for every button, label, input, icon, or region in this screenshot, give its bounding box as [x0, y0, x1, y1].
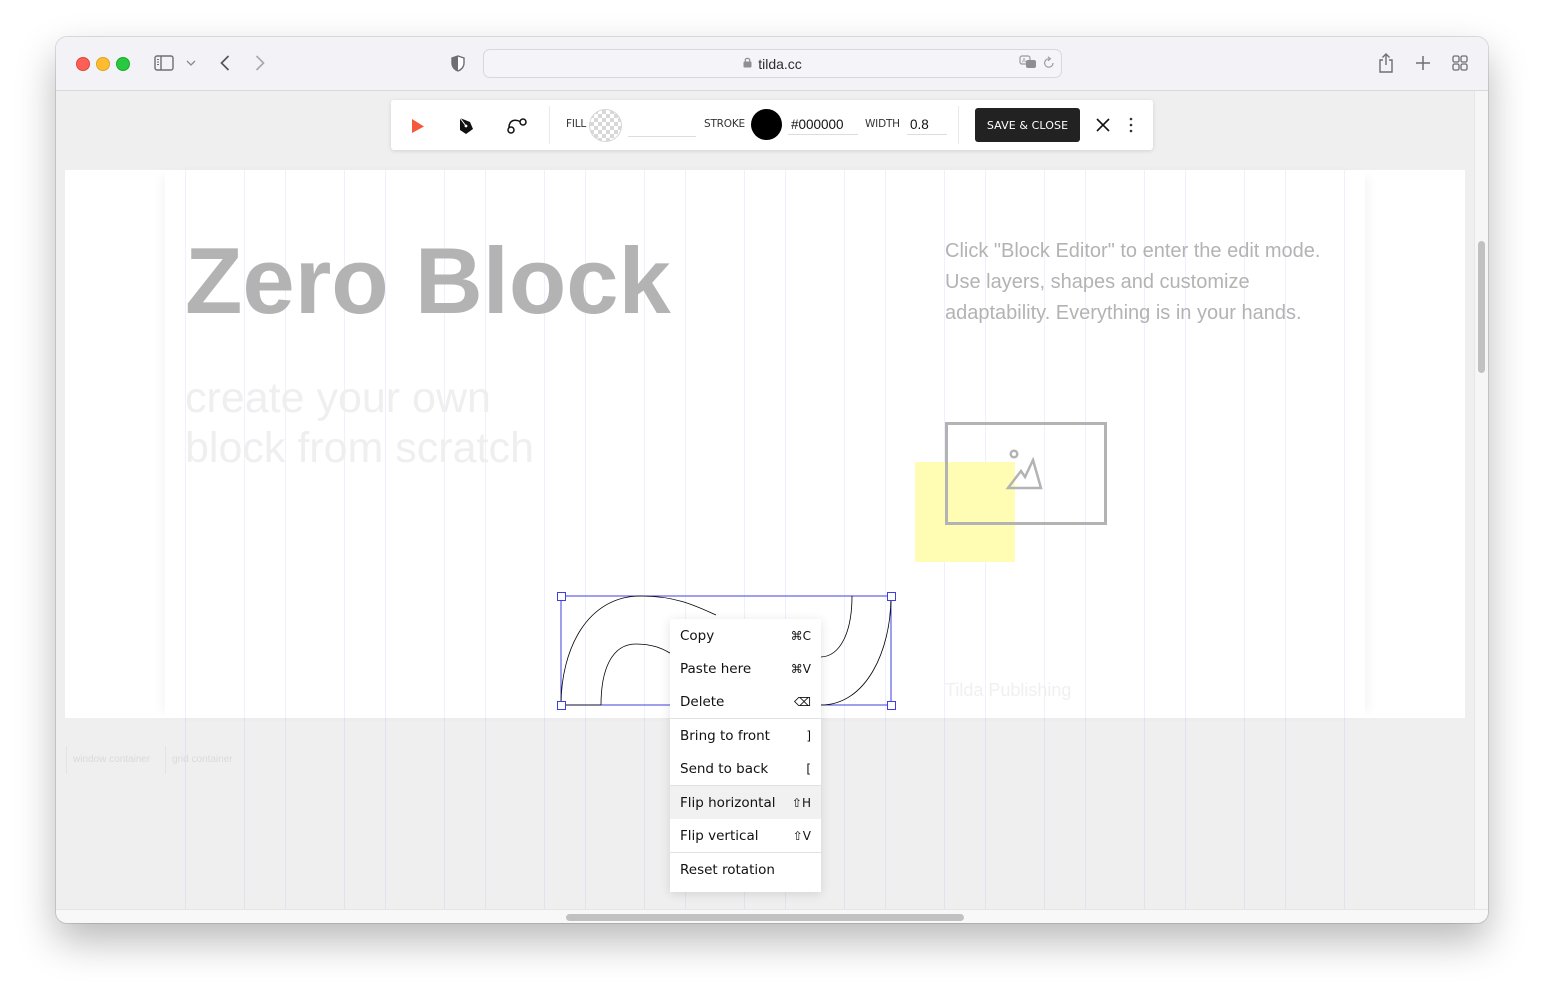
- brand-text[interactable]: Tilda Publishing: [945, 680, 1071, 701]
- context-menu: Copy ⌘C Paste here ⌘V Delete ⌫ Bring to …: [670, 619, 821, 892]
- close-icon: [1096, 118, 1110, 132]
- menu-item-reset-rotation[interactable]: Reset rotation: [670, 853, 821, 886]
- menu-item-shortcut: ⇧H: [791, 795, 811, 810]
- lock-icon: [743, 55, 752, 73]
- reload-icon[interactable]: [1043, 55, 1055, 74]
- stroke-color-input[interactable]: [788, 114, 858, 135]
- stroke-label: STROKE: [704, 118, 745, 130]
- menu-item-label: Flip horizontal: [680, 794, 776, 811]
- back-icon[interactable]: [217, 51, 233, 75]
- privacy-shield-icon[interactable]: [450, 51, 466, 75]
- menu-item-flip-horizontal[interactable]: Flip horizontal ⇧H: [670, 786, 821, 819]
- menu-item-send-to-back[interactable]: Send to back [: [670, 752, 821, 785]
- grid-container-label[interactable]: grid container: [165, 746, 233, 774]
- backspace-icon: ⌫: [794, 694, 811, 709]
- resize-handle-top-right[interactable]: [887, 592, 896, 601]
- address-bar[interactable]: tilda.cc A: [483, 49, 1062, 78]
- save-close-button[interactable]: SAVE & CLOSE: [975, 108, 1080, 142]
- horizontal-scrollbar[interactable]: [56, 909, 1488, 923]
- subheading[interactable]: create your own block from scratch: [185, 373, 534, 473]
- menu-item-label: Bring to front: [680, 727, 770, 744]
- editor-page: Zero Block create your own block from sc…: [56, 91, 1474, 909]
- arrow-icon: [412, 119, 424, 133]
- menu-item-shortcut: ⇧V: [792, 828, 811, 843]
- browser-window: tilda.cc A Zero Block create your own bl…: [56, 37, 1488, 923]
- menu-item-label: Delete: [680, 693, 725, 710]
- resize-handle-bottom-right[interactable]: [887, 701, 896, 710]
- zoom-window-button[interactable]: [116, 57, 130, 71]
- url-text: tilda.cc: [758, 55, 802, 72]
- menu-item-shortcut: ⌘C: [790, 628, 811, 643]
- menu-item-label: Copy: [680, 627, 715, 644]
- fill-label: FILL: [566, 118, 587, 130]
- vertical-scrollbar-thumb[interactable]: [1478, 241, 1485, 373]
- heading-zero-block[interactable]: Zero Block: [185, 227, 671, 335]
- vertical-scrollbar[interactable]: [1474, 91, 1488, 909]
- image-placeholder[interactable]: [945, 422, 1107, 525]
- select-arrow-tool[interactable]: [404, 113, 430, 139]
- image-icon: [1005, 449, 1043, 490]
- menu-item-shortcut: ⌘V: [790, 661, 811, 676]
- fill-color-swatch[interactable]: [589, 109, 622, 142]
- window-container-label[interactable]: window container: [66, 746, 150, 774]
- menu-item-label: Flip vertical: [680, 827, 759, 844]
- menu-item-shortcut: ]: [806, 728, 811, 743]
- new-tab-icon[interactable]: [1413, 51, 1433, 75]
- menu-item-bring-to-front[interactable]: Bring to front ]: [670, 719, 821, 752]
- sidebar-icon[interactable]: [153, 51, 175, 75]
- forward-icon[interactable]: [252, 51, 268, 75]
- tab-overview-icon[interactable]: [1450, 51, 1470, 75]
- pen-icon: [459, 117, 473, 134]
- menu-item-label: Paste here: [680, 660, 752, 677]
- fill-color-input[interactable]: [628, 114, 696, 137]
- chevron-down-icon[interactable]: [185, 51, 197, 75]
- more-vertical-icon: [1129, 117, 1133, 133]
- width-label: WIDTH: [865, 118, 900, 130]
- translate-icon[interactable]: A: [1019, 55, 1037, 74]
- menu-item-delete[interactable]: Delete ⌫: [670, 685, 821, 718]
- pen-tool[interactable]: [453, 113, 479, 139]
- minimize-window-button[interactable]: [96, 57, 110, 71]
- stroke-width-input[interactable]: [907, 114, 947, 135]
- bezier-curve-icon: [507, 118, 527, 134]
- stroke-color-swatch[interactable]: [751, 109, 782, 140]
- browser-titlebar: tilda.cc A: [56, 37, 1488, 91]
- resize-handle-top-left[interactable]: [557, 592, 566, 601]
- menu-item-label: Reset rotation: [680, 861, 775, 878]
- close-window-button[interactable]: [76, 57, 90, 71]
- bezier-tool[interactable]: [504, 113, 530, 139]
- menu-item-copy[interactable]: Copy ⌘C: [670, 619, 821, 652]
- subheading-line-2: block from scratch: [185, 424, 534, 472]
- more-options-button[interactable]: [1123, 113, 1139, 137]
- resize-handle-bottom-left[interactable]: [557, 701, 566, 710]
- menu-item-paste-here[interactable]: Paste here ⌘V: [670, 652, 821, 685]
- subheading-line-1: create your own: [185, 374, 491, 422]
- menu-item-flip-vertical[interactable]: Flip vertical ⇧V: [670, 819, 821, 852]
- menu-item-label: Send to back: [680, 760, 769, 777]
- description-text[interactable]: Click "Block Editor" to enter the edit m…: [945, 236, 1345, 329]
- share-icon[interactable]: [1376, 51, 1396, 75]
- close-editor-button[interactable]: [1091, 113, 1115, 137]
- vector-editor-toolbar: FILL STROKE WIDTH SAVE & CLOSE: [391, 100, 1153, 150]
- horizontal-scrollbar-thumb[interactable]: [566, 914, 964, 921]
- menu-item-shortcut: [: [806, 761, 811, 776]
